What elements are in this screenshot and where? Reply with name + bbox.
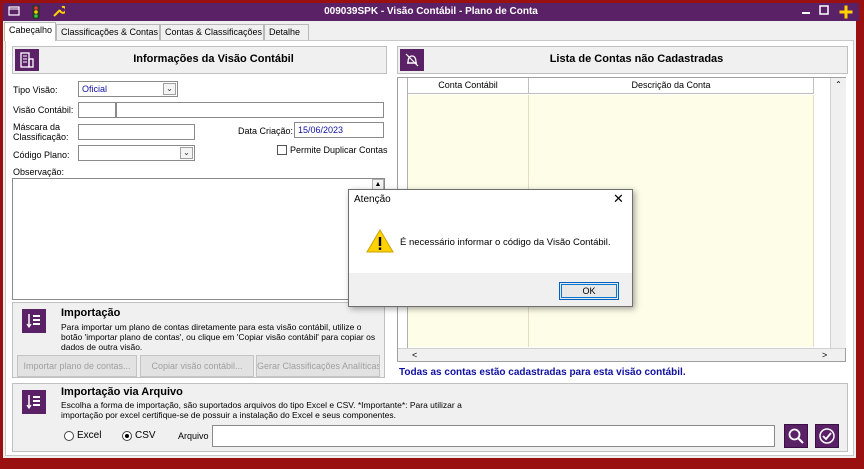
radio-csv[interactable] xyxy=(122,431,132,441)
visao-contabil-code-input[interactable] xyxy=(78,102,116,118)
importacao-panel: Importação Para importar um plano de con… xyxy=(12,302,385,378)
close-icon[interactable]: ✕ xyxy=(613,192,624,206)
check-circle-icon xyxy=(819,428,835,444)
search-icon xyxy=(788,428,804,444)
importacao-arquivo-title: Importação via Arquivo xyxy=(61,386,183,398)
contas-panel-title: Lista de Contas não Cadastradas xyxy=(549,53,724,65)
building-icon xyxy=(15,49,39,71)
contas-status-text: Todas as contas estão cadastradas para e… xyxy=(399,367,686,378)
tab-contas-classificacoes[interactable]: Contas & Classificações xyxy=(160,24,264,40)
dialog-message: É necessário informar o código da Visão … xyxy=(400,237,611,248)
bell-icon xyxy=(400,49,424,71)
tipo-visao-select[interactable]: Oficial ⌄ xyxy=(78,81,178,97)
data-criacao-input[interactable]: 15/06/2023 xyxy=(294,122,384,138)
observacao-label: Observação: xyxy=(13,167,65,177)
system-menu-icon[interactable] xyxy=(7,5,21,19)
importacao-arquivo-panel: Importação via Arquivo Escolha a forma d… xyxy=(12,383,848,452)
add-icon[interactable] xyxy=(839,5,853,19)
maximize-icon[interactable] xyxy=(817,5,831,19)
codigo-plano-label: Código Plano: xyxy=(13,150,70,160)
mascara-label-line2: Classificação: xyxy=(13,132,69,142)
permite-duplicar-label: Permite Duplicar Contas xyxy=(290,145,388,155)
file-import-icon xyxy=(22,390,46,414)
scroll-right-icon[interactable]: > xyxy=(822,349,827,361)
permite-duplicar-checkbox[interactable] xyxy=(277,145,287,155)
grid-filler xyxy=(814,78,830,348)
column-header-descricao[interactable]: Descrição da Conta xyxy=(529,78,814,94)
tab-classificacoes-contas[interactable]: Classificações & Contas xyxy=(56,24,160,40)
arquivo-label: Arquivo xyxy=(178,431,209,441)
importar-plano-button[interactable]: Importar plano de contas... xyxy=(17,355,137,377)
mascara-label-line1: Máscara da xyxy=(13,122,61,132)
horizontal-scrollbar[interactable]: < > xyxy=(398,348,845,361)
data-criacao-label: Data Criação: xyxy=(238,126,294,136)
ok-button[interactable]: OK xyxy=(559,282,619,300)
alert-dialog: Atenção ✕ É necessário informar o código… xyxy=(348,189,633,307)
scroll-up-arrow-icon[interactable]: ⌃ xyxy=(831,78,846,92)
visao-contabil-label: Visão Contábil: xyxy=(13,105,74,115)
tipo-visao-label: Tipo Visão: xyxy=(13,85,58,95)
importacao-description: Para importar um plano de contas diretam… xyxy=(61,322,376,352)
observacao-textarea[interactable]: ▲ xyxy=(12,178,385,300)
wrench-icon[interactable] xyxy=(51,5,67,19)
search-button[interactable] xyxy=(784,424,808,448)
arquivo-input[interactable] xyxy=(212,425,775,447)
codigo-plano-select[interactable]: ⌄ xyxy=(78,145,195,161)
radio-excel[interactable] xyxy=(64,431,74,441)
visao-contabil-name-input[interactable] xyxy=(116,102,384,118)
radio-excel-label[interactable]: Excel xyxy=(77,430,101,441)
mascara-input[interactable] xyxy=(78,124,195,140)
gerar-classificacoes-button[interactable]: Gerar Classificações Analíticas xyxy=(256,355,380,377)
info-panel-header: Informações da Visão Contábil xyxy=(12,46,387,74)
warning-icon xyxy=(366,228,394,256)
vertical-scrollbar[interactable]: ⌃ xyxy=(830,78,846,348)
tab-detalhe[interactable]: Detalhe xyxy=(264,24,309,40)
minimize-icon[interactable] xyxy=(799,5,813,19)
importacao-arquivo-description: Escolha a forma de importação, são supor… xyxy=(61,400,462,420)
info-panel-title: Informações da Visão Contábil xyxy=(133,53,294,65)
scroll-left-icon[interactable]: < xyxy=(412,349,417,361)
dialog-title: Atenção xyxy=(354,194,391,205)
importacao-title: Importação xyxy=(61,307,121,319)
tipo-visao-value: Oficial xyxy=(82,84,108,94)
traffic-light-icon[interactable] xyxy=(29,5,43,19)
chevron-down-icon[interactable]: ⌄ xyxy=(163,83,176,95)
copiar-visao-button[interactable]: Copiar visão contábil... xyxy=(140,355,254,377)
confirm-button[interactable] xyxy=(815,424,839,448)
column-header-conta[interactable]: Conta Contábil xyxy=(408,78,529,94)
title-bar: 009039SPK - Visão Contábil - Plano de Co… xyxy=(3,3,859,21)
radio-csv-label[interactable]: CSV xyxy=(135,430,156,441)
chevron-down-icon[interactable]: ⌄ xyxy=(180,147,193,159)
import-icon xyxy=(22,309,46,333)
window-title: 009039SPK - Visão Contábil - Plano de Co… xyxy=(324,6,538,17)
contas-panel-header: Lista de Contas não Cadastradas xyxy=(397,46,848,74)
tab-cabecalho[interactable]: Cabeçalho xyxy=(4,22,56,41)
